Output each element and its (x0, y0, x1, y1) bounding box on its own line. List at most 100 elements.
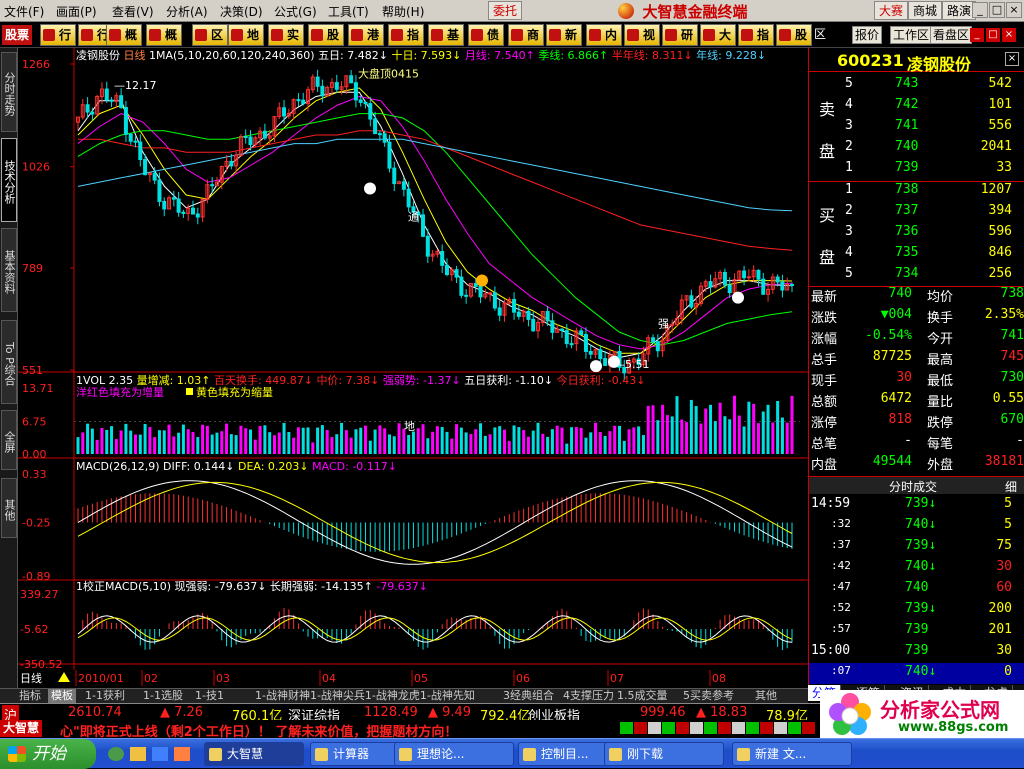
task-button-4[interactable]: 刚下载 (604, 742, 724, 766)
maximize-button[interactable]: □ (989, 2, 1005, 18)
candle-body (262, 130, 267, 139)
indicator-tab-5[interactable]: 1-战神财神1-战神尖兵1-战神龙虎1-战神先知 (252, 689, 478, 703)
toolbar-button-13[interactable]: 新闻 (546, 24, 582, 62)
vol-bar (191, 431, 195, 454)
toolbar-button-19[interactable]: 股票 (776, 24, 812, 62)
cy-value: 999.46 (640, 705, 686, 720)
menu-page[interactable]: 画面(P) (56, 3, 97, 20)
task-button-0[interactable]: 大智慧 (204, 742, 304, 766)
candle-body (358, 99, 363, 103)
toolbar-button-16[interactable]: 研究 (662, 24, 698, 62)
vol-tick: 13.71 (22, 382, 54, 395)
vol-bar (555, 425, 559, 454)
vol-bar (177, 432, 181, 454)
toolbar-button-2[interactable]: 概念 (106, 24, 142, 62)
quicklaunch-folder-icon[interactable] (130, 747, 146, 761)
quicklaunch-ie-icon[interactable] (108, 747, 124, 761)
indicator-tab-6[interactable]: 3经典组合 (500, 689, 557, 703)
toolbar-button-8[interactable]: 港股 (348, 24, 384, 62)
buy-price: 738 (895, 182, 919, 197)
minimize-button[interactable]: _ (972, 2, 988, 18)
quicklaunch-media-icon[interactable] (174, 747, 190, 761)
buy-level: 4 (845, 245, 853, 260)
mall-button[interactable]: 商城 (908, 1, 943, 20)
menu-tools[interactable]: 工具(T) (328, 3, 369, 20)
vol-bar (263, 425, 267, 454)
task-button-2[interactable]: 理想论... (394, 742, 514, 766)
candle-body (363, 101, 368, 105)
tab-top-overview[interactable]: To P综合 (1, 320, 17, 404)
toolbar-button-4[interactable]: 区域 (192, 24, 228, 62)
close-quote-icon[interactable]: × (1005, 52, 1019, 66)
news-marquee[interactable]: 大智慧 心"即将正式上线（剩2个工作日）！ 了解未来价值，把握题材方向！ (0, 720, 820, 740)
tab-fullscreen[interactable]: 全屏 (1, 410, 17, 470)
task-button-5[interactable]: 新建 文... (732, 742, 852, 766)
vol-tick: 6.75 (22, 416, 47, 429)
indicator-tab-0[interactable]: 指标 (16, 689, 44, 703)
close-button[interactable]: × (1006, 2, 1022, 18)
toolbar-button-12[interactable]: 商品 (508, 24, 544, 62)
quote-button[interactable]: 报价 (852, 26, 883, 44)
tab-fundamentals[interactable]: 基本资料 (1, 228, 17, 312)
panel-close-icon[interactable]: × (1002, 28, 1016, 42)
toolbar-button-3[interactable]: 概念 (146, 24, 182, 62)
vol-bar (105, 429, 109, 454)
toolbar-button-5[interactable]: 地域 (228, 24, 264, 62)
indicator-tab-8[interactable]: 1.5成交量 (614, 689, 671, 703)
indicator-tab-9[interactable]: 5买卖参考 (680, 689, 737, 703)
panel-restore-icon[interactable]: □ (986, 28, 1000, 42)
time-tick: 05 (414, 672, 428, 685)
price-tick: 551 (22, 364, 43, 377)
roadshow-button[interactable]: 路演 (942, 1, 977, 20)
menu-help[interactable]: 帮助(H) (382, 3, 424, 20)
vol-bar (368, 440, 372, 454)
period-selector-icon[interactable] (58, 672, 70, 682)
ma-label: 1MA(5,10,20,60,120,240,360) (149, 49, 318, 62)
menu-formula[interactable]: 公式(G) (274, 3, 317, 20)
toolbar-button-10[interactable]: 基金 (428, 24, 464, 62)
indicator-tab-3[interactable]: 1-1选股 (140, 689, 186, 703)
menu-decision[interactable]: 决策(D) (220, 3, 263, 20)
indicator-tab-7[interactable]: 4支撑压力 (560, 689, 617, 703)
tab-other[interactable]: 其他 (1, 478, 17, 538)
panel-min-icon[interactable]: _ (970, 28, 984, 42)
menu-file[interactable]: 文件(F) (4, 3, 44, 20)
toolbar-button-17[interactable]: 大盘 (700, 24, 736, 62)
stock-logo[interactable]: 股票 (2, 25, 33, 45)
toolbar-button-9[interactable]: 指数 (388, 24, 424, 62)
tab-technical[interactable]: 技术分析 (1, 138, 17, 222)
toolbar-button-6[interactable]: 实时 (268, 24, 304, 62)
indicator-tab-1[interactable]: 模板 (48, 689, 76, 703)
toolbar-button-7[interactable]: 股指 (308, 24, 344, 62)
stat-value-2: 38181 (984, 454, 1024, 469)
toolbar-button-11[interactable]: 债券 (468, 24, 504, 62)
watch-area-button[interactable]: 看盘区 (930, 26, 973, 44)
quicklaunch-desktop-icon[interactable] (152, 747, 168, 761)
contest-button[interactable]: 大赛 (874, 1, 909, 20)
menu-analysis[interactable]: 分析(A) (166, 3, 208, 20)
toolbar-button-15[interactable]: 视频 (624, 24, 660, 62)
sell-price: 742 (895, 97, 919, 112)
indicator-tab-4[interactable]: 1-技1 (192, 689, 227, 703)
toolbar-button-18[interactable]: 指南 (738, 24, 774, 62)
trade-button[interactable]: 委托 (488, 1, 523, 20)
indicator-tab-2[interactable]: 1-1获利 (82, 689, 128, 703)
candle-body (248, 136, 253, 146)
buy-volume: 256 (988, 266, 1012, 281)
menu-view[interactable]: 查看(V) (112, 3, 154, 20)
vol-bar (579, 428, 583, 454)
vol-bar (622, 440, 626, 454)
time-axis-period[interactable]: 日线 (20, 671, 42, 685)
workspace-button[interactable]: 工作区 (890, 26, 933, 44)
vol-bar (464, 432, 468, 454)
indicator-tab-10[interactable]: 其他 (752, 689, 780, 703)
tab-intraday[interactable]: 分时走势 (1, 52, 17, 132)
candle-body (598, 349, 603, 360)
candle-body (119, 95, 124, 108)
toolbar-button-0[interactable]: 行业 (40, 24, 76, 62)
chart-svg[interactable]: 凌钢股份 日线 1MA(5,10,20,60,120,240,360) 五日: … (18, 48, 808, 688)
candle-body (588, 350, 593, 355)
ticks-detail-button[interactable]: 细 (1005, 478, 1017, 495)
toolbar-button-14[interactable]: 内参 (586, 24, 622, 62)
sell-label: 卖 (819, 100, 836, 119)
